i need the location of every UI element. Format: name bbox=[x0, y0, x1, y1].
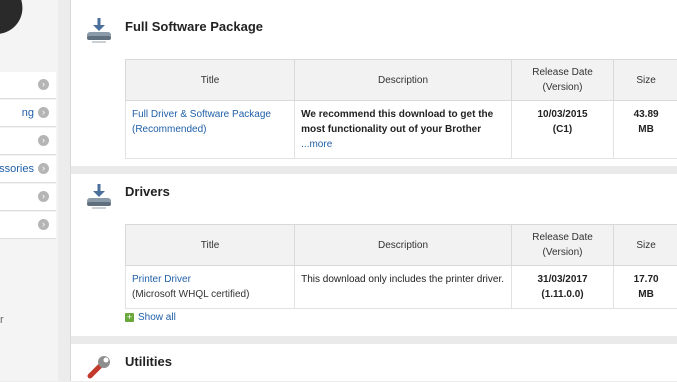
sidebar-item-5[interactable]: › bbox=[0, 184, 56, 211]
printer-driver-link[interactable]: Printer Driver bbox=[132, 272, 288, 287]
chevron-right-icon: › bbox=[38, 219, 49, 230]
section-title-full-package: Full Software Package bbox=[125, 19, 263, 34]
column-header-description: Description bbox=[295, 60, 512, 101]
sidebar-item-accessories[interactable]: ssories › bbox=[0, 156, 56, 183]
chevron-right-icon: › bbox=[38, 107, 49, 118]
section-title-drivers: Drivers bbox=[125, 184, 170, 199]
show-all-link[interactable]: + Show all bbox=[125, 312, 176, 323]
driver-subtitle: (Microsoft WHQL certified) bbox=[132, 287, 288, 302]
table-row: Full Driver & Software Package (Recommen… bbox=[126, 101, 677, 159]
product-image bbox=[0, 0, 27, 39]
column-header-title: Title bbox=[126, 225, 295, 266]
version: (C1) bbox=[518, 122, 607, 137]
title-cell: Printer Driver (Microsoft WHQL certified… bbox=[126, 266, 295, 309]
sidebar-item-2[interactable]: ng › bbox=[0, 100, 56, 127]
sidebar-text: r bbox=[0, 314, 4, 326]
section-divider bbox=[71, 166, 677, 174]
release-date: 31/03/2017 bbox=[518, 272, 607, 287]
sidebar-item-1[interactable]: › bbox=[0, 72, 56, 99]
table-header-row: Title Description Release Date (Version)… bbox=[126, 225, 677, 266]
release-cell: 10/03/2015 (C1) bbox=[511, 101, 613, 159]
table-row: Printer Driver (Microsoft WHQL certified… bbox=[126, 266, 677, 309]
column-header-size: Size bbox=[614, 225, 677, 266]
sidebar-item-3[interactable]: › bbox=[0, 128, 56, 155]
title-cell: Full Driver & Software Package (Recommen… bbox=[126, 101, 295, 159]
column-header-size: Size bbox=[614, 60, 677, 101]
chevron-right-icon: › bbox=[38, 163, 49, 174]
plus-icon: + bbox=[125, 313, 134, 322]
chevron-right-icon: › bbox=[38, 135, 49, 146]
sidebar-item-6[interactable]: › bbox=[0, 212, 56, 239]
left-sidebar: › ng › › ssories › › › r bbox=[0, 0, 58, 381]
section-title-utilities: Utilities bbox=[125, 354, 172, 369]
description-text: We recommend this download to get the mo… bbox=[301, 109, 493, 135]
chevron-right-icon: › bbox=[38, 79, 49, 90]
main-content: Full Software Package Title Description … bbox=[70, 0, 677, 381]
size-unit: MB bbox=[620, 287, 672, 302]
version: (1.11.0.0) bbox=[518, 287, 607, 302]
description-cell: This download only includes the printer … bbox=[295, 266, 512, 309]
show-all-label: Show all bbox=[138, 312, 176, 323]
size-value: 43.89 bbox=[620, 107, 672, 122]
download-icon bbox=[84, 16, 114, 46]
more-link[interactable]: ...more bbox=[301, 139, 332, 150]
size-unit: MB bbox=[620, 122, 672, 137]
drivers-table: Title Description Release Date (Version)… bbox=[125, 224, 677, 309]
description-cell: We recommend this download to get the mo… bbox=[295, 101, 512, 159]
release-date: 10/03/2015 bbox=[518, 107, 607, 122]
download-icon bbox=[84, 182, 114, 212]
column-header-release: Release Date (Version) bbox=[511, 225, 613, 266]
size-cell: 17.70 MB bbox=[614, 266, 677, 309]
table-header-row: Title Description Release Date (Version)… bbox=[126, 60, 677, 101]
column-header-title: Title bbox=[126, 60, 295, 101]
chevron-right-icon: › bbox=[38, 191, 49, 202]
full-driver-package-link[interactable]: Full Driver & Software Package (Recommen… bbox=[132, 107, 288, 137]
full-package-table: Title Description Release Date (Version)… bbox=[125, 59, 677, 159]
wrench-icon bbox=[84, 352, 114, 382]
section-divider bbox=[71, 336, 677, 344]
size-value: 17.70 bbox=[620, 272, 672, 287]
column-header-description: Description bbox=[295, 225, 512, 266]
column-header-release: Release Date (Version) bbox=[511, 60, 613, 101]
release-cell: 31/03/2017 (1.11.0.0) bbox=[511, 266, 613, 309]
size-cell: 43.89 MB bbox=[614, 101, 677, 159]
